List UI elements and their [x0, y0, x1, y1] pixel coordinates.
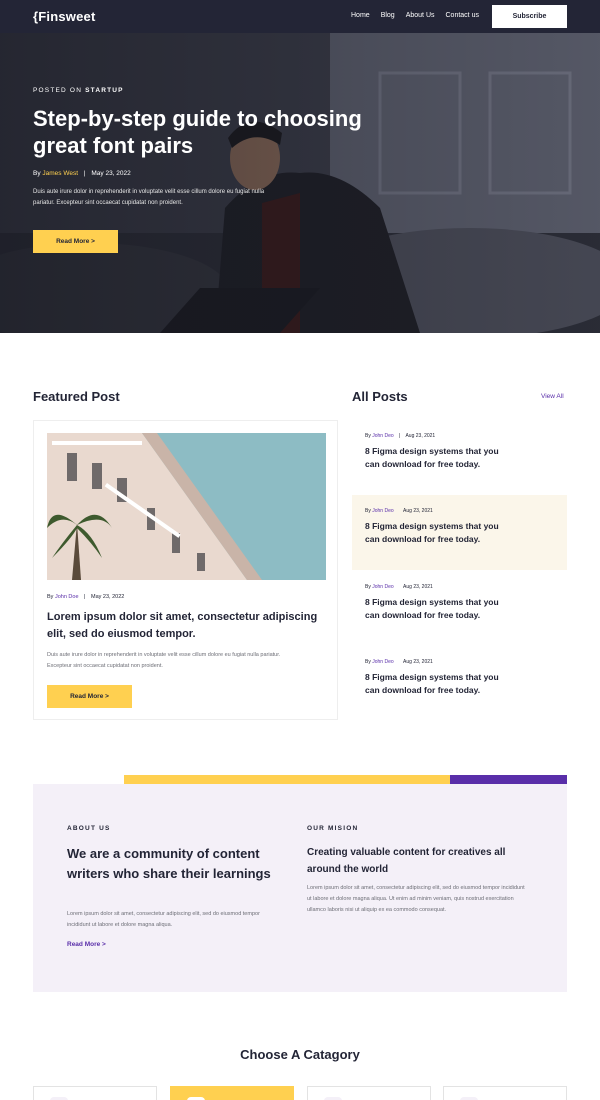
our-mission-headline: Creating valuable content for creatives …: [307, 847, 506, 875]
category-card[interactable]: [307, 1086, 431, 1100]
post-date: Aug 23, 2021: [405, 433, 436, 439]
post-title[interactable]: 8 Figma design systems that you can down…: [365, 671, 515, 697]
hero-kicker-category[interactable]: STARTUP: [85, 87, 124, 94]
our-mission-description: Lorem ipsum dolor sit amet, consectetur …: [307, 885, 525, 913]
featured-post-card: By John Doe | May 23, 2022 Lorem ipsum d…: [33, 420, 338, 720]
post-title[interactable]: 8 Figma design systems that you can down…: [365, 596, 515, 622]
view-all-link[interactable]: View All: [541, 393, 564, 400]
about-us-label: ABOUT US: [67, 825, 111, 832]
about-read-more-link[interactable]: Read More >: [67, 941, 106, 948]
post-meta: By John Deo Aug 23, 2021: [365, 584, 433, 590]
nav-link-about-us[interactable]: About Us: [406, 12, 435, 19]
category-card[interactable]: [443, 1086, 567, 1100]
post-list-item[interactable]: By John Deo | Aug 23, 2021 8 Figma desig…: [352, 420, 567, 495]
post-by-label: By: [365, 659, 371, 665]
featured-read-more-button[interactable]: Read More >: [47, 685, 132, 708]
hero-kicker: POSTED ON STARTUP: [33, 87, 124, 94]
featured-post-meta: By John Doe | May 23, 2022: [47, 594, 124, 600]
hero-banner: POSTED ON STARTUP Step-by-step guide to …: [0, 33, 600, 333]
post-title[interactable]: 8 Figma design systems that you can down…: [365, 445, 515, 471]
about-section: ABOUT US We are a community of content w…: [33, 784, 567, 992]
post-date: Aug 23, 2021: [403, 584, 433, 590]
about-us-headline: We are a community of content writers wh…: [67, 846, 271, 881]
category-card-active[interactable]: [170, 1086, 294, 1100]
nav-link-blog[interactable]: Blog: [381, 12, 395, 19]
featured-post-image-building[interactable]: [47, 433, 326, 580]
post-list-item[interactable]: By John Deo Aug 23, 2021 8 Figma design …: [352, 571, 567, 646]
post-by-label: By: [365, 433, 371, 439]
hero-kicker-prefix: POSTED ON: [33, 87, 83, 94]
nav-link-contact-us[interactable]: Contact us: [446, 12, 479, 19]
nav-links: Home Blog About Us Contact us: [351, 12, 479, 19]
hero-author[interactable]: James West: [42, 170, 78, 177]
hero-read-more-button[interactable]: Read More >: [33, 230, 118, 253]
post-meta: By John Deo Aug 23, 2021: [365, 659, 433, 665]
post-author[interactable]: John Deo: [372, 433, 393, 439]
choose-category-heading: Choose A Catagory: [240, 1047, 360, 1062]
featured-post-description: Duis aute irure dolor in reprehenderit i…: [47, 652, 281, 669]
category-card[interactable]: [33, 1086, 157, 1100]
post-date: Aug 23, 2021: [403, 659, 433, 665]
post-date: Aug 23, 2021: [403, 508, 433, 514]
top-navbar: {Finsweet Home Blog About Us Contact us …: [0, 0, 600, 33]
post-by-label: By: [365, 508, 371, 514]
featured-post-heading: Featured Post: [33, 389, 120, 404]
post-author[interactable]: John Deo: [372, 508, 393, 514]
about-accent-bar-yellow: [124, 775, 450, 784]
featured-date: May 23, 2022: [91, 594, 125, 600]
post-author[interactable]: John Deo: [372, 584, 393, 590]
meta-separator: |: [83, 170, 86, 177]
hero-description: Duis aute irure dolor in reprehenderit i…: [33, 189, 265, 206]
our-mission-label: OUR MISION: [307, 825, 359, 832]
about-accent-bar-purple: [450, 775, 567, 784]
finsweet-logo[interactable]: {Finsweet: [33, 9, 95, 24]
hero-overlay: [0, 33, 600, 333]
nav-link-home[interactable]: Home: [351, 12, 370, 19]
post-list-item-highlighted[interactable]: By John Deo Aug 23, 2021 8 Figma design …: [352, 495, 567, 570]
meta-separator: |: [399, 433, 401, 439]
all-posts-heading: All Posts: [352, 389, 408, 404]
featured-post-title[interactable]: Lorem ipsum dolor sit amet, consectetur …: [47, 609, 332, 643]
featured-by-label: By: [47, 594, 54, 600]
featured-author[interactable]: John Doe: [55, 594, 79, 600]
post-author[interactable]: John Deo: [372, 659, 393, 665]
hero-meta: By James West | May 23, 2022: [33, 170, 131, 177]
hero-title[interactable]: Step-by-step guide to choosing great fon…: [33, 105, 383, 159]
post-meta: By John Deo | Aug 23, 2021: [365, 433, 435, 439]
post-meta: By John Deo Aug 23, 2021: [365, 508, 433, 514]
post-by-label: By: [365, 584, 371, 590]
meta-separator: |: [84, 594, 86, 600]
about-us-description: Lorem ipsum dolor sit amet, consectetur …: [67, 911, 260, 928]
subscribe-button[interactable]: Subscribe: [492, 5, 567, 28]
hero-by-label: By: [33, 170, 41, 177]
post-title[interactable]: 8 Figma design systems that you can down…: [365, 520, 515, 546]
hero-date: May 23, 2022: [91, 170, 131, 177]
post-list-item[interactable]: By John Deo Aug 23, 2021 8 Figma design …: [352, 646, 567, 721]
